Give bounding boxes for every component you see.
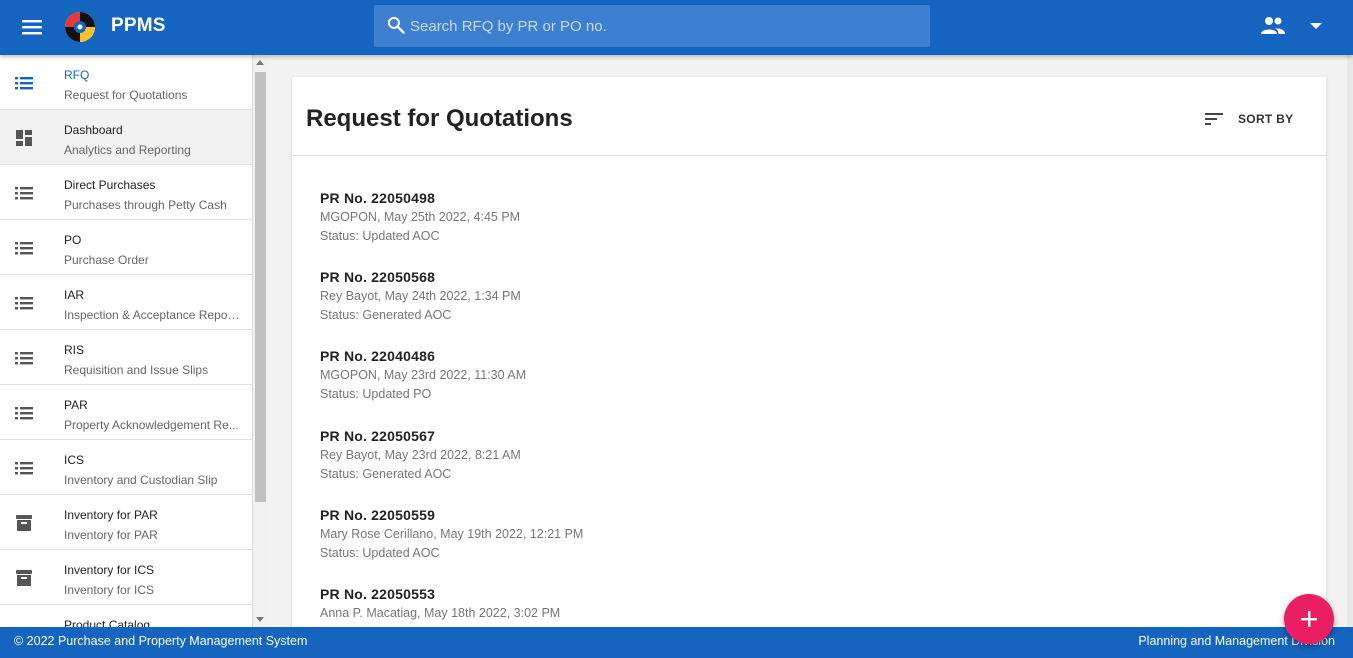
sort-icon: [1205, 113, 1223, 125]
scrollbar-thumb[interactable]: [255, 72, 266, 502]
sidebar-item-subtitle: Analytics and Reporting: [64, 143, 191, 157]
ppms-logo: [65, 12, 95, 42]
sidebar-nav: RFQ Request for Quotations Dashboard Ana…: [0, 55, 253, 627]
chevron-down-icon[interactable]: [1307, 20, 1325, 32]
sidebar-item-subtitle: Request for Quotations: [64, 88, 188, 102]
sidebar-item-subtitle: Inspection & Acceptance Repor...: [64, 308, 240, 322]
list-icon: [15, 242, 33, 255]
page-title: Request for Quotations: [306, 105, 573, 132]
footer-copyright: © 2022 Purchase and Property Management …: [14, 634, 308, 648]
list-icon: [15, 187, 33, 200]
sort-button[interactable]: SORT BY: [1204, 109, 1293, 129]
rfq-status: Status: Updated PO: [320, 387, 432, 402]
rfq-meta: Rey Bayot, May 23rd 2022, 8:21 AM: [320, 447, 521, 462]
rfq-meta: Anna P. Macatiag, May 18th 2022, 3:02 PM: [320, 605, 561, 620]
sidebar-item-title: PO: [64, 233, 82, 247]
sidebar-item-ics[interactable]: ICS Inventory and Custodian Slip: [0, 440, 252, 495]
sidebar-item-subtitle: Requisition and Issue Slips: [64, 363, 209, 377]
list-icon: [15, 297, 33, 310]
sidebar-item-rfq[interactable]: RFQ Request for Quotations: [0, 55, 252, 110]
sidebar-item-title: ICS: [64, 453, 85, 467]
add-rfq-button[interactable]: [1284, 594, 1334, 644]
sidebar-item-inventory-par[interactable]: Inventory for PAR Inventory for PAR: [0, 495, 252, 550]
pr-number: PR No. 22050567: [320, 427, 436, 444]
sidebar-item-dashboard[interactable]: Dashboard Analytics and Reporting: [0, 110, 252, 165]
pr-number: PR No. 22050559: [320, 506, 436, 523]
plus-icon: [1301, 611, 1317, 627]
sidebar-scrollbar[interactable]: [253, 55, 268, 627]
scroll-down-arrow-icon[interactable]: [256, 617, 264, 622]
rfq-card: Request for Quotations SORT BY PR No. 22…: [292, 77, 1326, 637]
sidebar-item-title: Inventory for ICS: [64, 563, 155, 577]
sidebar-item-ris[interactable]: RIS Requisition and Issue Slips: [0, 330, 252, 385]
sidebar-item-subtitle: Property Acknowledgement Re...: [64, 418, 239, 432]
sidebar-item-subtitle: Purchases through Petty Cash: [64, 198, 227, 212]
rfq-status: Status: Updated AOC: [320, 229, 440, 243]
pr-number: PR No. 22040486: [320, 348, 436, 365]
sidebar-item-subtitle: Inventory for PAR: [64, 528, 158, 542]
sidebar-item-direct-purchases[interactable]: Direct Purchases Purchases through Petty…: [0, 165, 252, 220]
dashboard-icon: [16, 130, 32, 146]
list-icon: [15, 407, 33, 420]
sidebar-item-title: PAR: [64, 398, 88, 412]
sidebar-item-title: RIS: [64, 343, 85, 357]
search-input[interactable]: [410, 5, 920, 47]
list-icon: [15, 462, 33, 475]
rfq-status: Status: Generated AOC: [320, 466, 452, 481]
sidebar-item-title: Inventory for PAR: [64, 508, 158, 522]
sidebar-item-product-catalog[interactable]: Product Catalog: [0, 605, 252, 627]
sidebar-item-po[interactable]: PO Purchase Order: [0, 220, 252, 275]
rfq-meta: MGOPON, May 23rd 2022, 11:30 AM: [320, 368, 527, 383]
sidebar-item-title: RFQ: [64, 68, 90, 82]
scroll-up-arrow-icon[interactable]: [256, 60, 264, 65]
footer: © 2022 Purchase and Property Management …: [0, 627, 1353, 658]
sort-label: SORT BY: [1238, 112, 1294, 126]
archive-icon: [16, 515, 32, 531]
rfq-meta: Mary Rose Cerillano, May 19th 2022, 12:2…: [320, 526, 584, 541]
sidebar-item-subtitle: Purchase Order: [64, 253, 149, 267]
sidebar-item-title: Dashboard: [64, 123, 123, 137]
list-icon: [15, 77, 33, 90]
pr-number: PR No. 22050553: [320, 585, 436, 602]
app-bar: PPMS: [0, 0, 1353, 55]
list-item[interactable]: PR No. 22040486 MGOPON, May 23rd 2022, 1…: [320, 348, 1220, 427]
list-item[interactable]: PR No. 22050498 MGOPON, May 25th 2022, 4…: [320, 190, 1220, 269]
rfq-status: Status: Generated AOC: [320, 308, 452, 323]
search-bar: [374, 5, 930, 47]
sidebar-item-subtitle: Inventory for ICS: [64, 583, 155, 597]
hamburger-icon: [22, 20, 42, 35]
card-header: Request for Quotations SORT BY: [292, 77, 1326, 156]
rfq-meta: Rey Bayot, May 24th 2022, 1:34 PM: [320, 289, 521, 304]
pr-number: PR No. 22050568: [320, 269, 436, 286]
sidebar-item-title: Direct Purchases: [64, 178, 156, 192]
sidebar-item-subtitle: Inventory and Custodian Slip: [64, 473, 218, 487]
page-scrollbar[interactable]: [1347, 55, 1353, 627]
sidebar-item-title: IAR: [64, 288, 85, 302]
search-icon: [387, 16, 405, 34]
list-icon: [15, 352, 33, 365]
sidebar-item-iar[interactable]: IAR Inspection & Acceptance Repor...: [0, 275, 252, 330]
archive-icon: [16, 570, 32, 586]
rfq-list: PR No. 22050498 MGOPON, May 25th 2022, 4…: [320, 190, 1220, 637]
sidebar-item-title: Product Catalog: [64, 618, 151, 627]
menu-button[interactable]: [17, 14, 47, 40]
list-item[interactable]: PR No. 22050568 Rey Bayot, May 24th 2022…: [320, 269, 1220, 348]
sidebar-item-par[interactable]: PAR Property Acknowledgement Re...: [0, 385, 252, 440]
people-icon[interactable]: [1260, 14, 1286, 38]
rfq-status: Status: Updated AOC: [320, 545, 440, 560]
app-title: PPMS: [111, 15, 166, 36]
list-item[interactable]: PR No. 22050567 Rey Bayot, May 23rd 2022…: [320, 428, 1220, 507]
list-item[interactable]: PR No. 22050559 Mary Rose Cerillano, May…: [320, 507, 1220, 586]
sidebar-item-inventory-ics[interactable]: Inventory for ICS Inventory for ICS: [0, 550, 252, 605]
pr-number: PR No. 22050498: [320, 190, 436, 206]
rfq-meta: MGOPON, May 25th 2022, 4:45 PM: [320, 210, 521, 224]
